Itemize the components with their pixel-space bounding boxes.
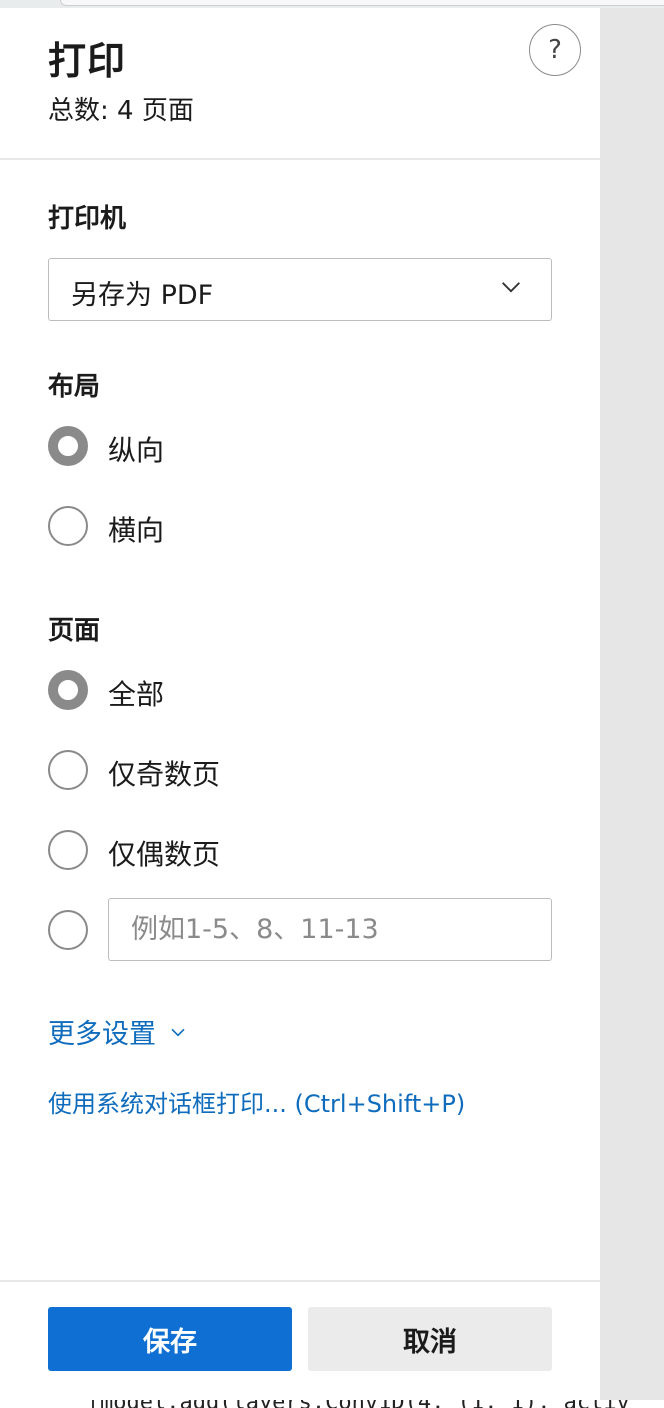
dialog-title: 打印 bbox=[48, 39, 127, 83]
printer-section-label: 打印机 bbox=[48, 204, 127, 234]
footer-divider bbox=[0, 1280, 600, 1282]
printer-select[interactable]: 另存为 PDF bbox=[48, 258, 552, 321]
all-pages-radio[interactable] bbox=[48, 670, 88, 710]
printer-select-value: 另存为 PDF bbox=[71, 280, 214, 311]
help-icon: ? bbox=[548, 35, 562, 65]
portrait-label: 纵向 bbox=[108, 434, 165, 467]
landscape-label: 横向 bbox=[108, 514, 165, 547]
layout-option-portrait[interactable]: 纵向 bbox=[48, 426, 552, 467]
header-divider bbox=[0, 158, 600, 160]
portrait-radio[interactable] bbox=[48, 426, 88, 466]
pages-option-odd[interactable]: 仅奇数页 bbox=[48, 750, 552, 791]
more-settings-label: 更多设置 bbox=[48, 1019, 156, 1050]
layout-option-landscape[interactable]: 横向 bbox=[48, 506, 552, 547]
pages-option-custom[interactable] bbox=[48, 910, 88, 950]
even-pages-label: 仅偶数页 bbox=[108, 838, 221, 871]
landscape-radio[interactable] bbox=[48, 506, 88, 546]
more-settings-link[interactable]: 更多设置 bbox=[48, 1012, 186, 1051]
even-pages-radio[interactable] bbox=[48, 830, 88, 870]
odd-pages-label: 仅奇数页 bbox=[108, 758, 221, 791]
page-range-input[interactable] bbox=[108, 898, 552, 961]
background-editor-strip: model.add(layers.Conv1D(4, (1, 1), activ bbox=[0, 1400, 664, 1408]
save-button[interactable]: 保存 bbox=[48, 1307, 292, 1371]
preview-background bbox=[600, 8, 664, 1408]
editor-gutter-line bbox=[92, 1400, 94, 1408]
system-dialog-link[interactable]: 使用系统对话框打印... (Ctrl+Shift+P) bbox=[48, 1084, 465, 1119]
all-pages-label: 全部 bbox=[108, 678, 165, 711]
chevron-down-icon bbox=[171, 1028, 185, 1036]
chevron-down-icon bbox=[502, 282, 520, 293]
help-button[interactable]: ? bbox=[529, 24, 581, 76]
total-pages-text: 总数: 4 页面 bbox=[48, 96, 194, 126]
pages-option-all[interactable]: 全部 bbox=[48, 670, 552, 711]
window-tab-edge bbox=[60, 0, 664, 6]
odd-pages-radio[interactable] bbox=[48, 750, 88, 790]
pages-option-even[interactable]: 仅偶数页 bbox=[48, 830, 552, 871]
layout-section-label: 布局 bbox=[48, 372, 101, 402]
pages-section-label: 页面 bbox=[48, 616, 101, 646]
custom-range-radio[interactable] bbox=[48, 910, 88, 950]
window-top-strip bbox=[0, 0, 664, 8]
cancel-button[interactable]: 取消 bbox=[308, 1307, 552, 1371]
background-code-line: model.add(layers.Conv1D(4, (1, 1), activ bbox=[100, 1400, 630, 1408]
